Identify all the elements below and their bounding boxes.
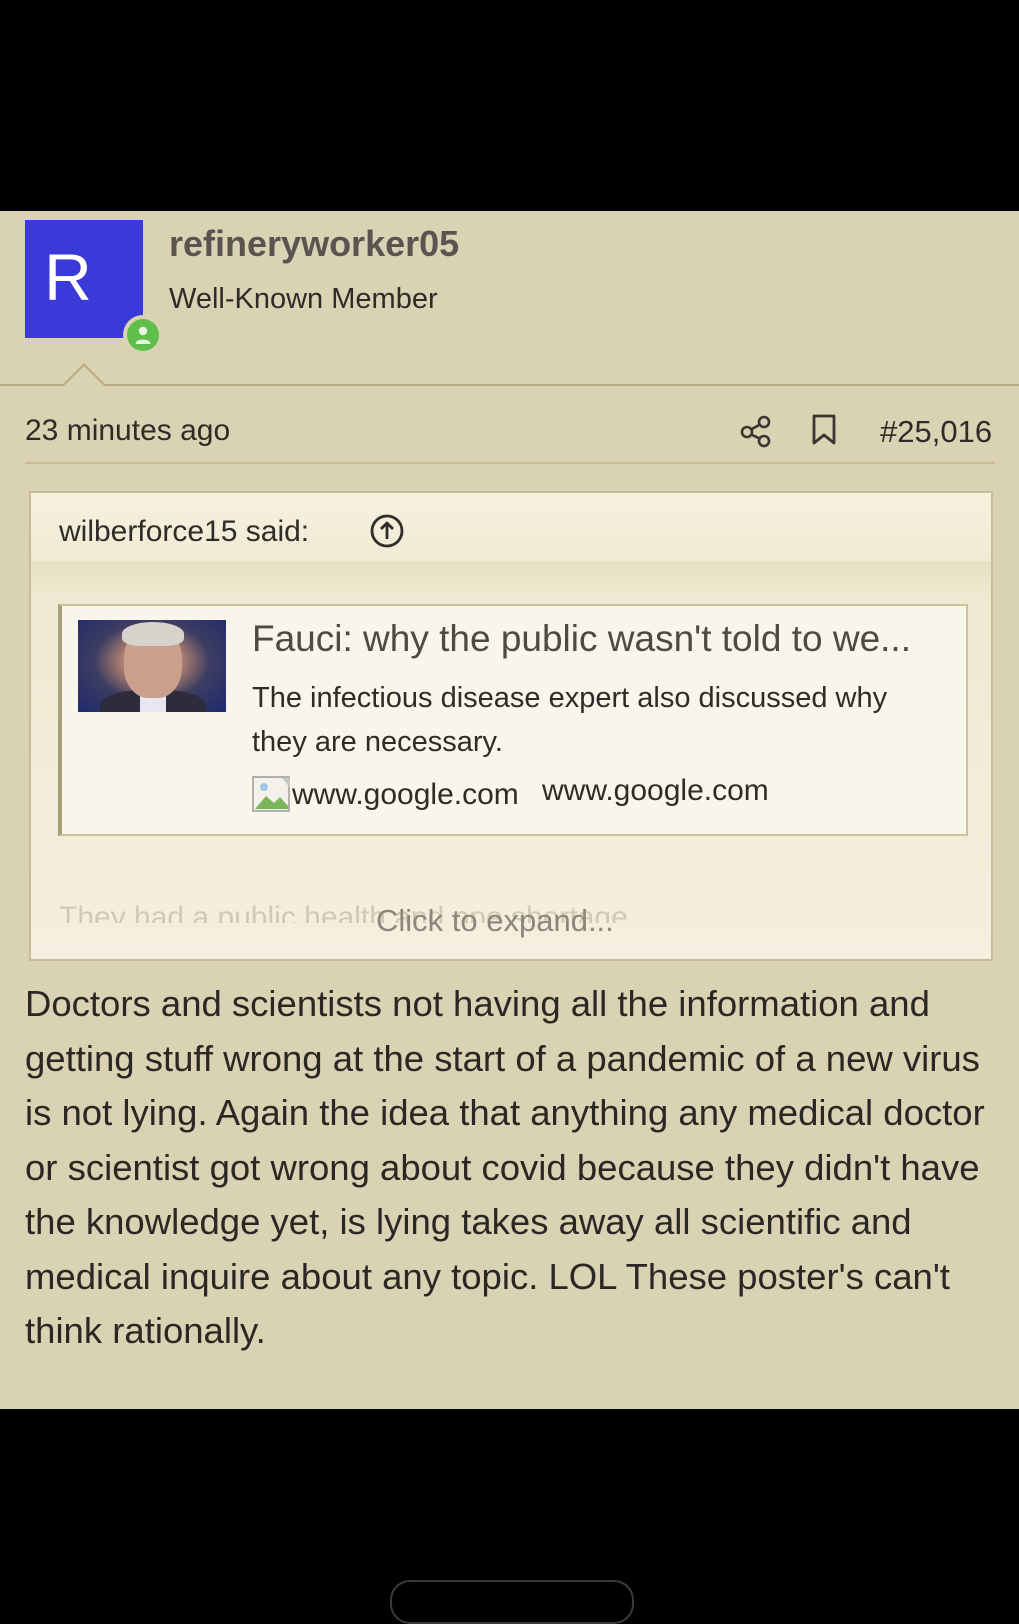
arrow-up-circle-icon[interactable]: [369, 513, 405, 554]
meta-divider: [25, 462, 995, 464]
post-number-link[interactable]: #25,016: [880, 414, 992, 450]
favicon-alt-text: www.google.com: [292, 778, 519, 811]
preview-title[interactable]: Fauci: why the public wasn't told to we.…: [252, 618, 911, 660]
bookmark-icon[interactable]: [811, 414, 837, 451]
preview-domain[interactable]: www.google.com: [542, 774, 769, 808]
username-link[interactable]: refineryworker05: [169, 223, 459, 265]
user-avatar[interactable]: R: [25, 220, 163, 355]
user-title: Well-Known Member: [169, 283, 438, 315]
broken-image-icon: [252, 776, 292, 812]
link-preview-card[interactable]: Fauci: why the public wasn't told to we.…: [58, 604, 968, 836]
preview-thumbnail: [78, 620, 226, 712]
forum-post: R refineryworker05 Well-Known Member 23 …: [0, 211, 1019, 1409]
quote-block: wilberforce15 said: Fauci: why the publi…: [29, 491, 993, 961]
header-divider: [0, 384, 1019, 386]
avatar-letter: R: [44, 240, 92, 314]
share-icon[interactable]: [740, 414, 772, 453]
online-status-icon: [123, 315, 163, 355]
post-body: Doctors and scientists not having all th…: [25, 983, 985, 1351]
home-indicator[interactable]: [390, 1580, 634, 1624]
click-to-expand-link[interactable]: Click to expand...: [376, 903, 614, 939]
quote-author[interactable]: wilberforce15 said:: [59, 515, 309, 549]
post-timestamp[interactable]: 23 minutes ago: [25, 414, 230, 448]
preview-description: The infectious disease expert also discu…: [252, 682, 888, 758]
